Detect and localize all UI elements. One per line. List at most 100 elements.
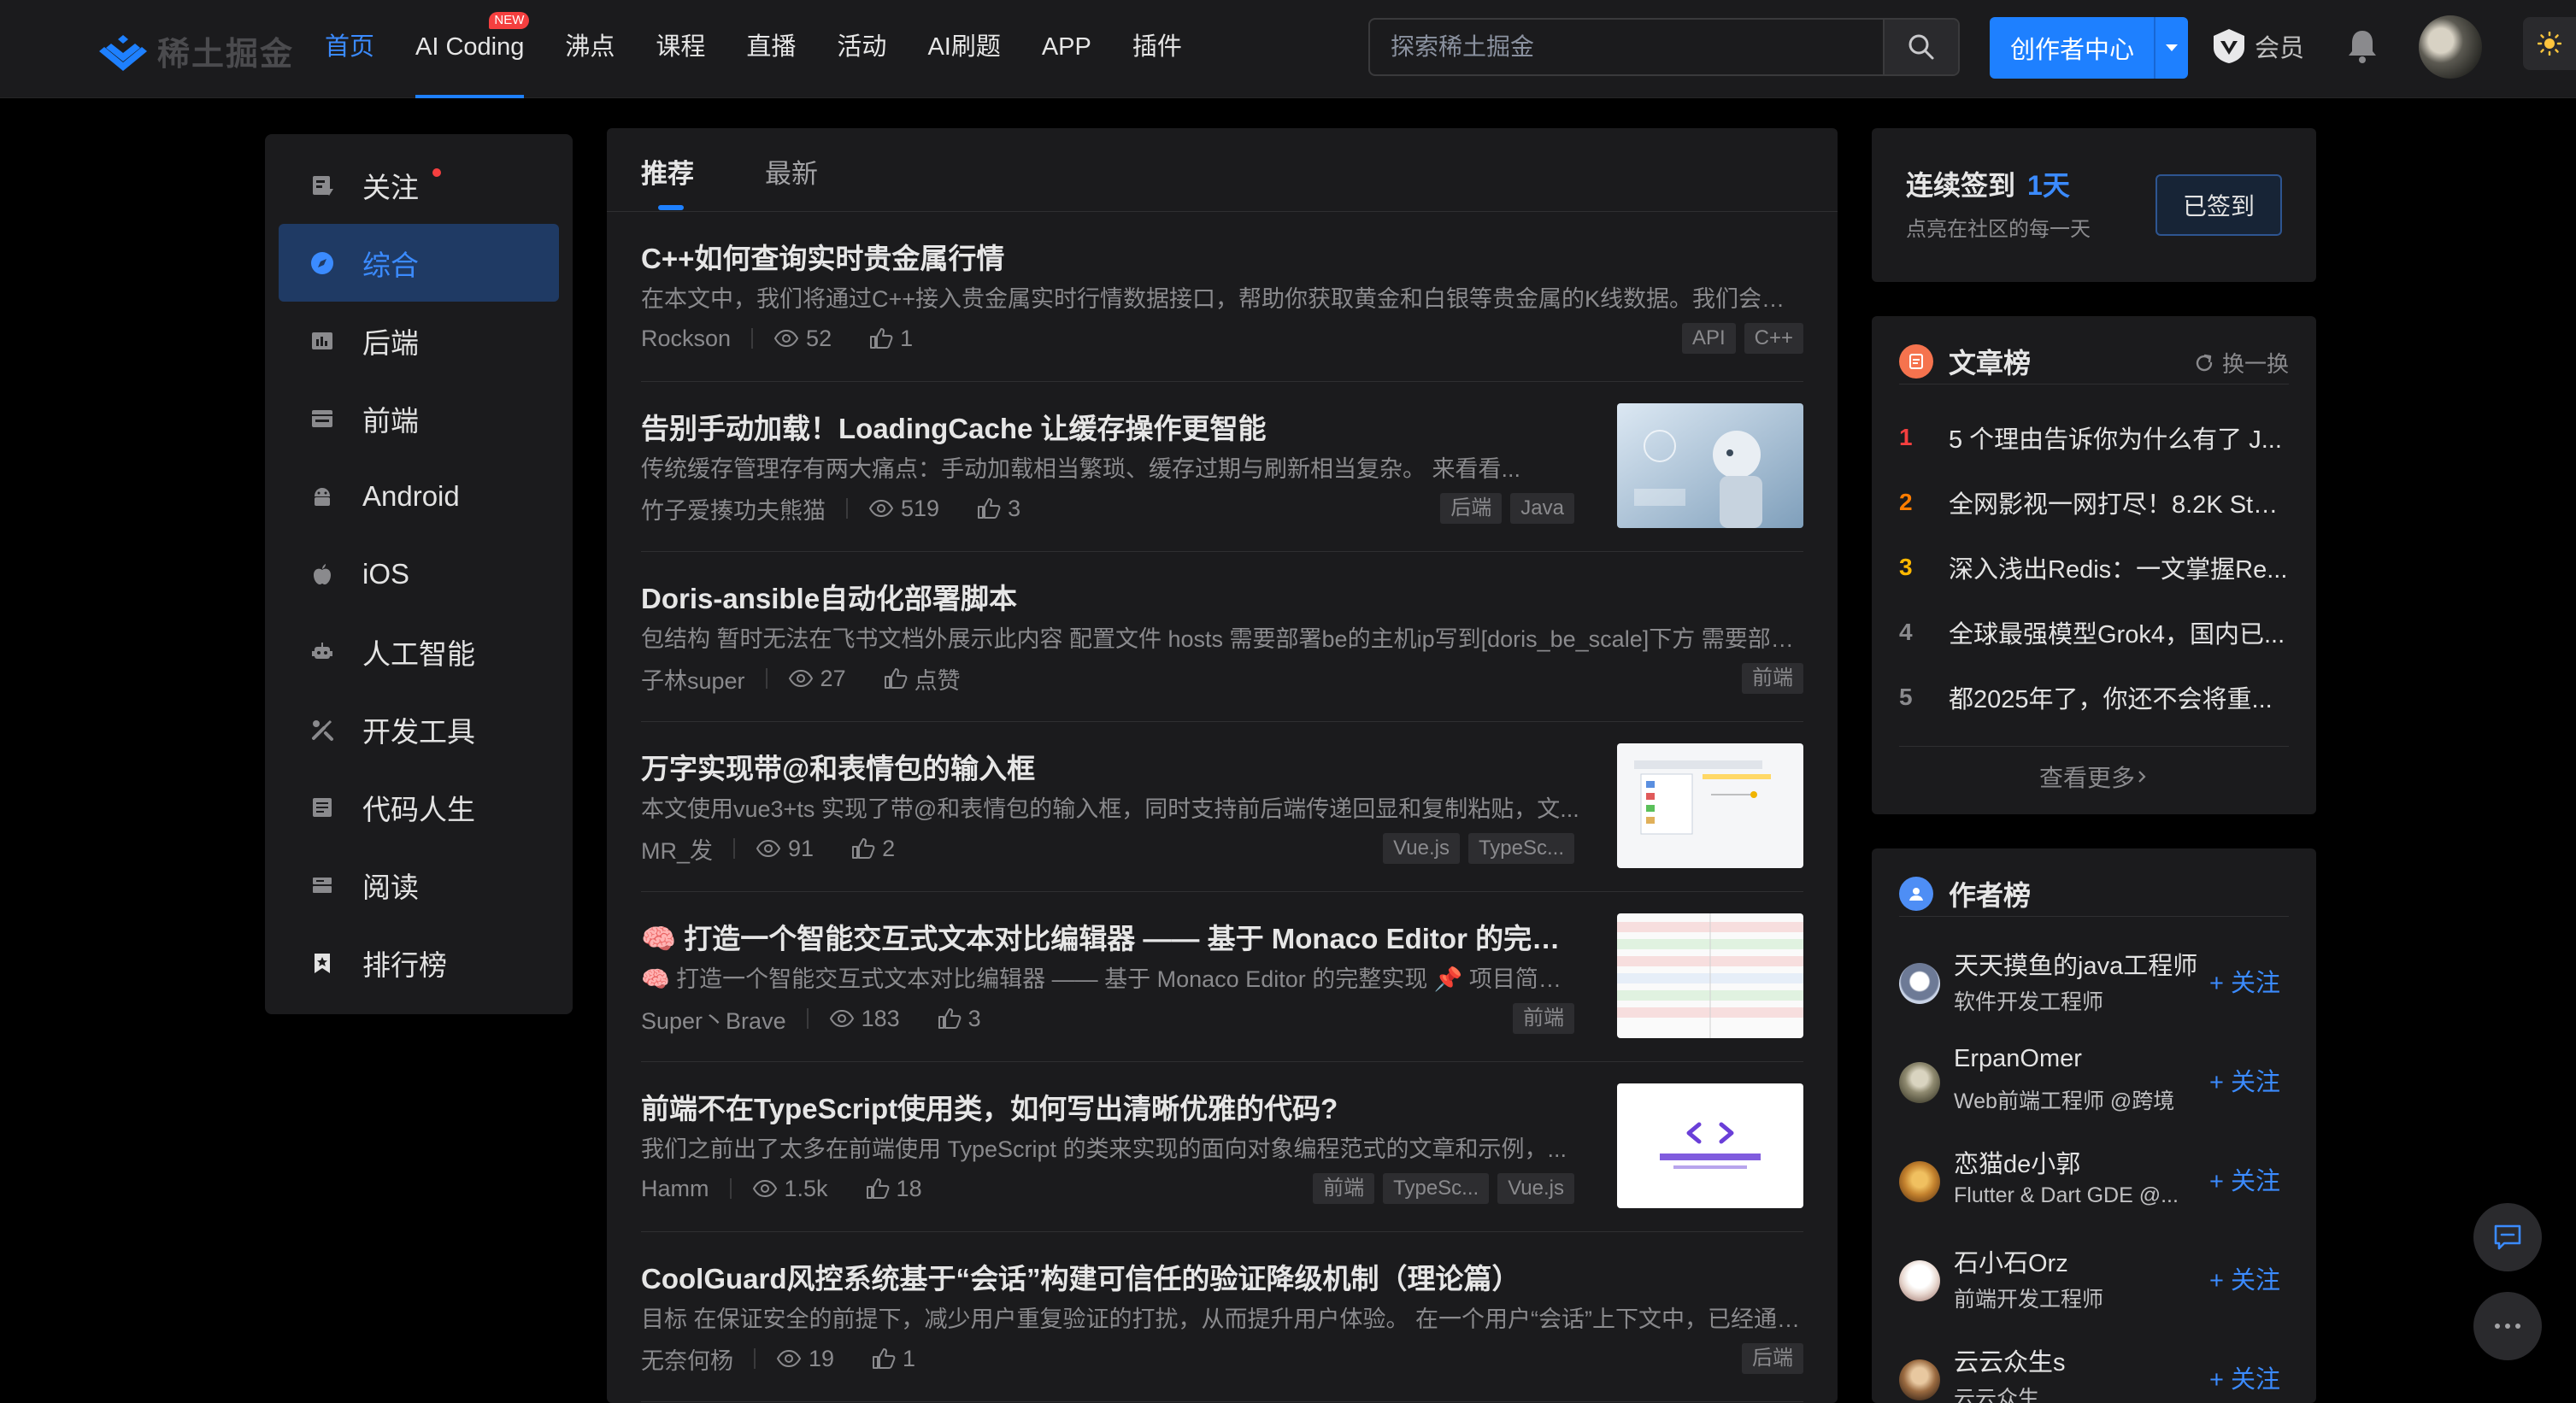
sidebar-item-follow[interactable]: 关注 [279,146,559,224]
author-name[interactable]: 云云众生s [1954,1342,2202,1378]
article-tag[interactable]: Vue.js [1383,833,1460,864]
juejin-logo[interactable]: 稀土掘金 [97,27,294,74]
nav-home[interactable]: 首页 [325,0,374,98]
sidebar-item-backend[interactable]: 后端 [279,302,559,379]
rank-item[interactable]: 5 都2025年了，你还不会将重... [1899,665,2289,730]
author-avatar[interactable] [1899,1260,1940,1301]
article-item[interactable]: Doris-ansible自动化部署脚本 包结构 暂时无法在飞书文档外展示此内容… [641,552,1803,722]
like-count[interactable]: 1 [869,326,913,352]
article-title[interactable]: 万字实现带@和表情包的输入框 [641,746,1581,787]
author-avatar[interactable] [1899,1161,1940,1202]
search-input[interactable] [1391,20,1869,74]
see-more-link[interactable]: 查看更多 [1899,746,2289,806]
article-tag[interactable]: TypeSc... [1467,833,1574,864]
like-count[interactable]: 3 [938,1006,981,1032]
article-author[interactable]: 子林super [641,662,745,696]
creator-dropdown-toggle[interactable] [2154,17,2188,79]
author-avatar[interactable] [1899,1062,1940,1103]
refresh-button[interactable]: 换一换 [2193,347,2289,379]
author-name[interactable]: 天天摸鱼的java工程师 [1954,946,2202,982]
article-title[interactable]: Doris-ansible自动化部署脚本 [641,576,1803,617]
creator-center-button[interactable]: 创作者中心 [1990,17,2188,79]
article-title[interactable]: 告别手动加载！LoadingCache 让缓存操作更智能 [641,406,1581,447]
author-avatar[interactable] [1899,963,1940,1004]
rank-item[interactable]: 2 全网影视一网打尽！8.2K Star... [1899,470,2289,535]
article-cover-image[interactable] [1617,403,1803,528]
sidebar-item-dev-tools[interactable]: 开发工具 [279,690,559,768]
vip-entry[interactable]: 会员 [2210,27,2304,65]
article-tag[interactable]: C++ [1744,323,1803,354]
nav-plugins[interactable]: 插件 [1132,0,1182,98]
article-tag[interactable]: 后端 [1440,493,1503,524]
sidebar-item-code-life[interactable]: 代码人生 [279,768,559,846]
article-tag[interactable]: Java [1510,493,1574,524]
like-count[interactable]: 18 [866,1176,922,1202]
article-title[interactable]: 🧠 打造一个智能交互式文本对比编辑器 —— 基于 Monaco Editor 的… [641,916,1581,957]
article-tag[interactable]: TypeSc... [1383,1173,1490,1204]
author-item[interactable]: ErpanOmer Web前端工程师 @跨境 + 关注 [1899,1038,2289,1137]
article-cover-image[interactable] [1617,913,1803,1038]
article-cover-image[interactable] [1617,1083,1803,1208]
article-item[interactable]: CoolGuard风控系统基于“会话”构建可信任的验证降级机制（理论篇） 目标 … [641,1232,1803,1402]
follow-button[interactable]: + 关注 [2209,1062,2280,1098]
follow-button[interactable]: + 关注 [2209,1359,2280,1395]
article-tag[interactable]: 后端 [1742,1343,1803,1374]
article-tag[interactable]: Vue.js [1497,1173,1574,1204]
follow-button[interactable]: + 关注 [2209,963,2280,999]
user-avatar[interactable] [2419,15,2482,79]
article-item[interactable]: 🧠 打造一个智能交互式文本对比编辑器 —— 基于 Monaco Editor 的… [641,892,1803,1062]
follow-button[interactable]: + 关注 [2209,1161,2280,1197]
rank-item[interactable]: 3 深入浅出Redis：一文掌握Re... [1899,535,2289,600]
theme-toggle-button[interactable] [2523,17,2576,70]
author-name[interactable]: ErpanOmer [1954,1045,2202,1073]
article-author[interactable]: 无奈何杨 [641,1342,733,1376]
nav-ai-practice[interactable]: AI刷题 [927,0,1000,98]
author-name[interactable]: 恋猫de小郭 [1954,1144,2202,1180]
tab-recommended[interactable]: 推荐 [641,152,694,191]
article-tag[interactable]: 前端 [1742,663,1803,694]
follow-button[interactable]: + 关注 [2209,1260,2280,1296]
sidebar-item-reading[interactable]: 阅读 [279,846,559,924]
like-count[interactable]: 1 [872,1346,915,1372]
like-count[interactable]: 点赞 [884,662,961,696]
nav-app[interactable]: APP [1042,0,1091,98]
nav-events[interactable]: 活动 [837,0,886,98]
author-item[interactable]: 石小石Orz 前端开发工程师 + 关注 [1899,1236,2289,1335]
author-avatar[interactable] [1899,1359,1940,1400]
sidebar-item-ai[interactable]: 人工智能 [279,613,559,690]
article-item[interactable]: C++如何查询实时贵金属行情 在本文中，我们将通过C++接入贵金属实时行情数据接… [641,212,1803,382]
author-item[interactable]: 天天摸鱼的java工程师 软件开发工程师 + 关注 [1899,939,2289,1038]
feedback-float-button[interactable] [2473,1203,2542,1271]
article-tag[interactable]: 前端 [1513,1003,1574,1034]
like-count[interactable]: 3 [977,496,1020,522]
sidebar-item-ios[interactable]: iOS [279,535,559,613]
article-item[interactable]: 万字实现带@和表情包的输入框 本文使用vue3+ts 实现了带@和表情包的输入框… [641,722,1803,892]
article-tag[interactable]: 前端 [1313,1173,1375,1204]
article-title[interactable]: 前端不在TypeScript使用类，如何写出清晰优雅的代码? [641,1086,1581,1127]
like-count[interactable]: 2 [851,836,895,862]
article-author[interactable]: Super丶Brave [641,1002,786,1036]
article-author[interactable]: 竹子爱揍功夫熊猫 [641,492,826,525]
article-title[interactable]: C++如何查询实时贵金属行情 [641,236,1803,277]
article-author[interactable]: Rockson [641,326,731,352]
signed-in-button[interactable]: 已签到 [2155,174,2282,236]
article-title[interactable]: CoolGuard风控系统基于“会话”构建可信任的验证降级机制（理论篇） [641,1256,1803,1297]
article-tag[interactable]: API [1681,323,1736,354]
author-name[interactable]: 石小石Orz [1954,1243,2202,1279]
article-cover-image[interactable] [1617,743,1803,868]
nav-courses[interactable]: 课程 [656,0,705,98]
more-float-button[interactable] [2473,1292,2542,1360]
article-author[interactable]: Hamm [641,1176,709,1202]
sidebar-item-ranking[interactable]: 排行榜 [279,924,559,1001]
nav-live[interactable]: 直播 [746,0,796,98]
notification-bell[interactable] [2345,27,2379,69]
nav-pins[interactable]: 沸点 [565,0,615,98]
sidebar-item-android[interactable]: Android [279,457,559,535]
sidebar-item-frontend[interactable]: 前端 [279,379,559,457]
sidebar-item-general[interactable]: 综合 [279,224,559,302]
rank-item[interactable]: 4 全球最强模型Grok4，国内已... [1899,600,2289,665]
author-item[interactable]: 云云众生s 云云众生 + 关注 [1899,1335,2289,1403]
search-button[interactable] [1883,20,1958,74]
tab-latest[interactable]: 最新 [765,152,818,191]
author-item[interactable]: 恋猫de小郭 Flutter & Dart GDE @... + 关注 [1899,1137,2289,1236]
